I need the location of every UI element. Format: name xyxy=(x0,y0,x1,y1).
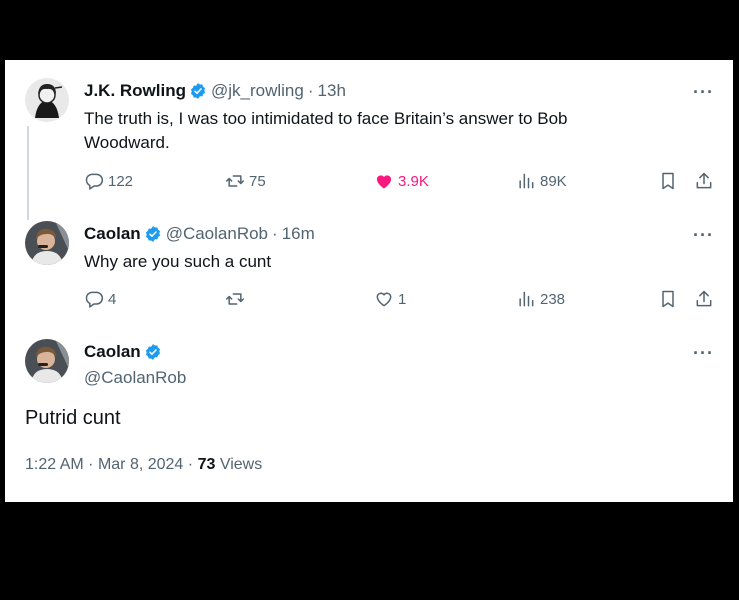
main-author-name[interactable]: Caolan xyxy=(84,342,141,362)
like-button[interactable]: 3.9K xyxy=(374,171,429,191)
tweet1-handle[interactable]: @jk_rowling xyxy=(211,81,304,101)
tweet2-text: Why are you such a cunt xyxy=(84,252,272,271)
like-count: 3.9K xyxy=(398,172,429,190)
retweet-button[interactable]: 75 xyxy=(225,171,266,191)
tweet2-actions: 4 1 238 xyxy=(84,289,724,313)
caolan-avatar[interactable] xyxy=(25,221,69,265)
tweet2-handle[interactable]: @CaolanRob xyxy=(166,224,268,244)
main-views-label: Views xyxy=(219,456,263,473)
reply-button[interactable]: 122 xyxy=(84,171,133,191)
main-tweet-date[interactable]: Mar 8, 2024 xyxy=(98,456,183,473)
retweet-icon xyxy=(225,289,249,309)
retweet-button[interactable] xyxy=(225,289,249,309)
bookmark-icon[interactable] xyxy=(658,171,678,191)
heart-filled-icon xyxy=(374,171,398,191)
views-button[interactable]: 238 xyxy=(516,289,565,309)
views-count: 238 xyxy=(540,290,566,308)
bookmark-icon[interactable] xyxy=(658,289,678,309)
tweet1-header: J.K. Rowling @jk_rowling · 13h xyxy=(84,81,346,101)
tweet1-author-name[interactable]: J.K. Rowling xyxy=(84,81,186,101)
thread-connector-line xyxy=(27,126,29,220)
reply-icon xyxy=(84,171,108,191)
share-icon[interactable] xyxy=(694,289,714,309)
separator-dot: · xyxy=(187,456,194,473)
tweet1-text: The truth is, I was too intimidated to f… xyxy=(84,109,568,152)
tweet2-author-name[interactable]: Caolan xyxy=(84,224,141,244)
views-chart-icon xyxy=(516,289,540,309)
more-options-icon[interactable]: ··· xyxy=(693,83,713,107)
main-tweet-header: Caolan @CaolanRob xyxy=(84,342,186,388)
views-chart-icon xyxy=(516,171,540,191)
separator-dot: · xyxy=(88,456,94,473)
more-options-icon[interactable]: ··· xyxy=(693,344,713,368)
heart-outline-icon xyxy=(374,289,398,309)
verified-badge-icon xyxy=(144,225,162,243)
main-tweet-text: Putrid cunt xyxy=(25,407,121,429)
reply-icon xyxy=(84,289,108,309)
tweet2-header: Caolan @CaolanRob · 16m xyxy=(84,224,315,244)
tweet-thread-card: J.K. Rowling @jk_rowling · 13h ··· The t… xyxy=(5,60,733,502)
tweet2-timestamp[interactable]: 16m xyxy=(282,224,315,244)
main-author-handle[interactable]: @CaolanRob xyxy=(84,368,186,388)
like-button[interactable]: 1 xyxy=(374,289,406,309)
reply-count: 4 xyxy=(108,290,117,308)
retweet-count: 75 xyxy=(249,172,266,190)
separator-dot: · xyxy=(307,81,314,100)
jk-rowling-avatar[interactable] xyxy=(25,78,69,122)
verified-badge-icon xyxy=(189,82,207,100)
tweet1-timestamp[interactable]: 13h xyxy=(318,81,346,101)
tweet1-actions: 122 75 3.9K 89K xyxy=(84,171,724,195)
main-author-row: Caolan xyxy=(84,342,186,362)
reply-button[interactable]: 4 xyxy=(84,289,116,309)
views-button[interactable]: 89K xyxy=(516,171,567,191)
main-tweet-time[interactable]: 1:22 AM xyxy=(25,456,84,473)
views-count: 89K xyxy=(540,172,567,190)
separator-dot: · xyxy=(272,224,278,243)
verified-badge-icon xyxy=(144,343,162,361)
main-views-count[interactable]: 73 xyxy=(198,456,216,473)
retweet-icon xyxy=(225,171,249,191)
caolan-avatar[interactable] xyxy=(25,339,69,383)
more-options-icon[interactable]: ··· xyxy=(693,226,713,250)
reply-count: 122 xyxy=(108,172,134,190)
share-icon[interactable] xyxy=(694,171,714,191)
main-tweet-meta: 1:22 AM · Mar 8, 2024 · 73 Views xyxy=(25,456,262,474)
like-count: 1 xyxy=(398,290,407,308)
